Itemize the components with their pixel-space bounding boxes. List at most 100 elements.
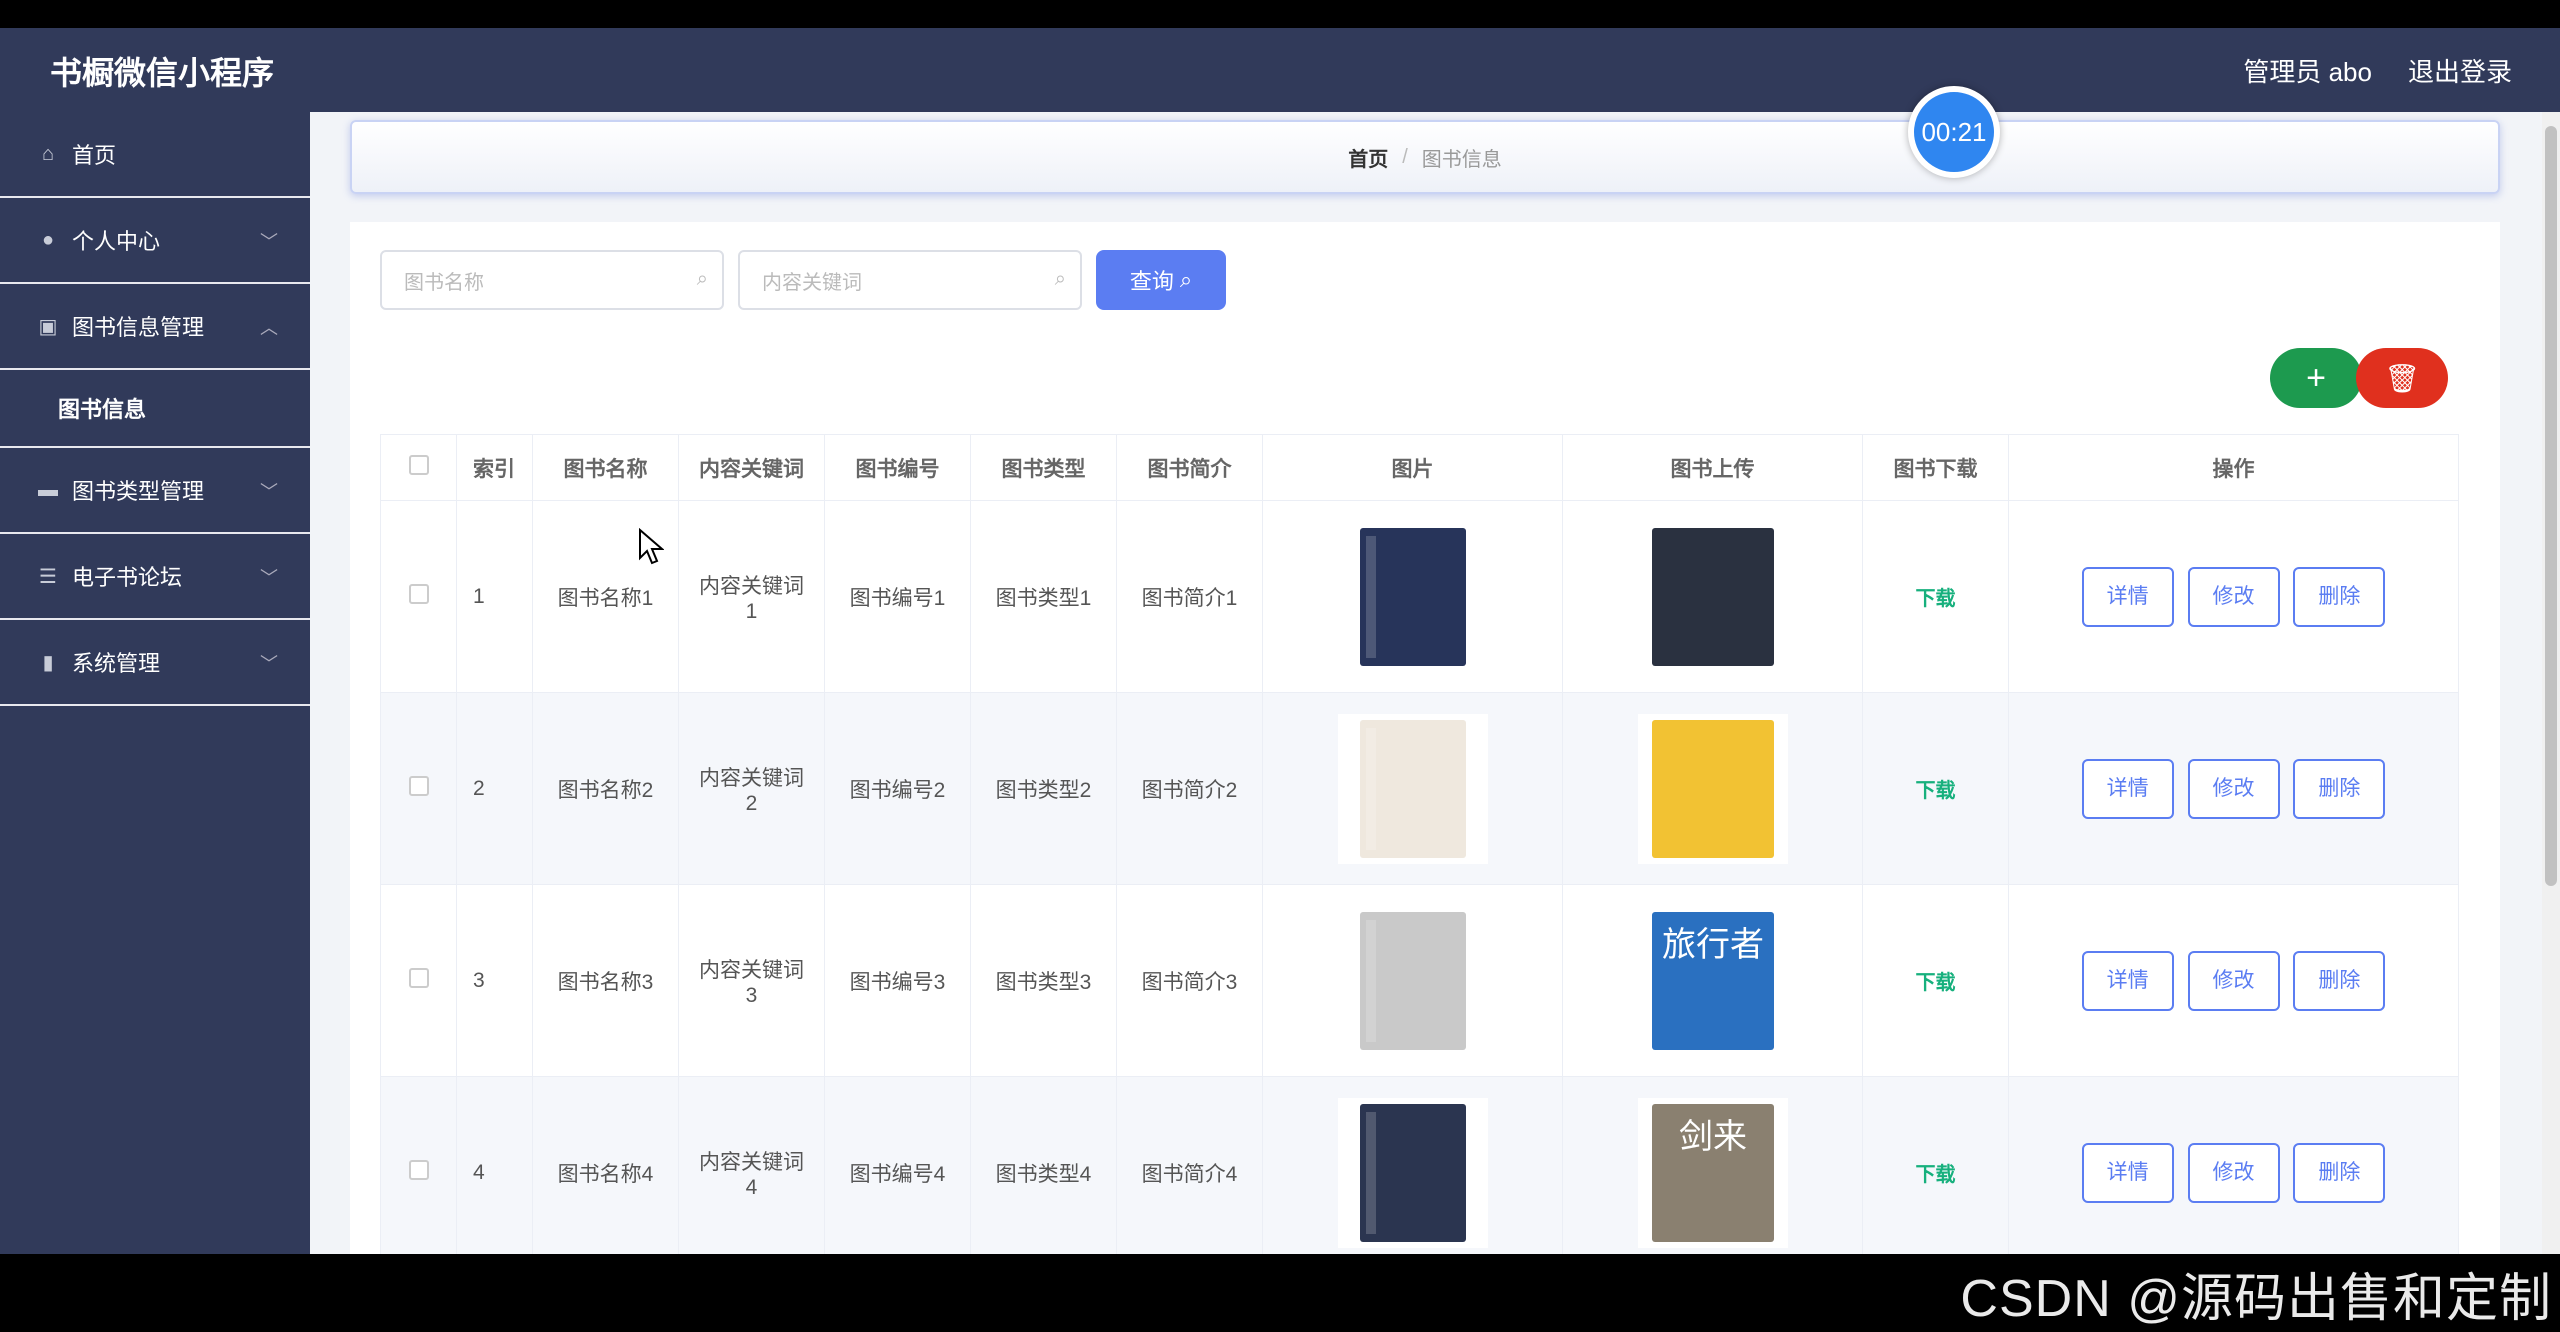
app-title: 书橱微信小程序: [50, 55, 275, 91]
keyword-search-input[interactable]: 内容关键词 ⌕: [738, 250, 1082, 310]
edit-button[interactable]: 修改: [2187, 1142, 2280, 1203]
cell-index: 1: [456, 500, 533, 693]
row-select-cell[interactable]: [380, 692, 457, 885]
row-checkbox[interactable]: [408, 1159, 429, 1180]
cell-image: [1262, 1076, 1563, 1254]
cell-book-intro: 图书简介3: [1116, 884, 1263, 1077]
sidebar-item-book-info-manage[interactable]: ▣ 图书信息管理 ︿: [0, 284, 310, 370]
row-checkbox[interactable]: [408, 967, 429, 988]
sidebar-item-system-manage[interactable]: ▮ 系统管理 ﹀: [0, 620, 310, 706]
sliders-icon: ☰: [39, 565, 57, 588]
cell-download[interactable]: 下载: [1862, 692, 2009, 885]
uploaded-book-image: 旅行者: [1637, 905, 1788, 1056]
select-all-cell[interactable]: [380, 434, 457, 501]
search-icon: ⌕: [1054, 268, 1066, 290]
home-icon: ⌂: [41, 142, 55, 165]
breadcrumb-current: 图书信息: [1421, 148, 1502, 171]
detail-button[interactable]: 详情: [2081, 758, 2174, 819]
chevron-down-icon: ﹀: [260, 654, 278, 674]
logout-link[interactable]: 退出登录: [2408, 52, 2512, 89]
delete-button[interactable]: 删除: [2293, 758, 2386, 819]
batch-delete-button[interactable]: 🗑: [2356, 348, 2448, 408]
sidebar-subitem-book-info[interactable]: 图书信息: [0, 370, 310, 448]
sidebar-item-ebook-forum[interactable]: ☰ 电子书论坛 ﹀: [0, 534, 310, 620]
col-index: 索引: [456, 434, 533, 501]
download-link[interactable]: 下载: [1916, 588, 1956, 610]
table-row: 3 图书名称3 内容关键词 3 图书编号3 图书类型3 图书简介3 旅行者 下载 …: [380, 884, 2459, 1077]
delete-button[interactable]: 删除: [2293, 1142, 2386, 1203]
detail-button[interactable]: 详情: [2081, 566, 2174, 627]
edit-button[interactable]: 修改: [2187, 950, 2280, 1011]
table-row: 4 图书名称4 内容关键词 4 图书编号4 图书类型4 图书简介4 剑来 下载 详…: [380, 1076, 2459, 1254]
book-cover-image: [1337, 713, 1488, 864]
sidebar-item-label: 首页: [72, 143, 117, 168]
cover-title-text: 旅行者: [1662, 925, 1764, 965]
cell-book-type: 图书类型3: [970, 884, 1117, 1077]
header-actions: 管理员 abo 退出登录: [2243, 52, 2512, 89]
cell-book-type: 图书类型4: [970, 1076, 1117, 1254]
keyword-line: 内容关键词: [699, 1150, 804, 1174]
cell-book-intro: 图书简介2: [1116, 692, 1263, 885]
placeholder: 内容关键词: [762, 271, 862, 294]
row-checkbox[interactable]: [408, 775, 429, 796]
add-button[interactable]: +: [2270, 348, 2362, 408]
select-all-checkbox[interactable]: [408, 454, 429, 475]
row-select-cell[interactable]: [380, 1076, 457, 1254]
placeholder: 图书名称: [404, 271, 484, 294]
mouse-cursor-icon: [639, 528, 664, 565]
col-download: 图书下载: [1862, 434, 2009, 501]
chat-icon: ▬: [38, 478, 58, 501]
sidebar-item-label: 图书类型管理: [72, 479, 205, 504]
row-select-cell[interactable]: [380, 884, 457, 1077]
query-button[interactable]: 查询 ⌕: [1096, 250, 1226, 310]
cell-download[interactable]: 下载: [1862, 884, 2009, 1077]
user-icon: ●: [41, 228, 55, 251]
delete-button[interactable]: 删除: [2293, 566, 2386, 627]
download-link[interactable]: 下载: [1916, 780, 1956, 802]
cell-download[interactable]: 下载: [1862, 500, 2009, 693]
download-link[interactable]: 下载: [1916, 1164, 1956, 1186]
edit-button[interactable]: 修改: [2187, 758, 2280, 819]
cell-keyword: 内容关键词 4: [678, 1076, 825, 1254]
cover-title-text: 剑来: [1679, 1117, 1747, 1157]
cell-actions: 详情 修改 删除: [2008, 500, 2459, 693]
cell-book-name: 图书名称4: [532, 1076, 679, 1254]
scrollbar-thumb[interactable]: [2545, 126, 2557, 886]
keyword-line: 4: [745, 1175, 758, 1199]
breadcrumb-home[interactable]: 首页: [1348, 143, 1388, 172]
row-select-cell[interactable]: [380, 500, 457, 693]
detail-button[interactable]: 详情: [2081, 1142, 2174, 1203]
sidebar-item-personal-center[interactable]: ● 个人中心 ﹀: [0, 198, 310, 284]
cell-book-no: 图书编号2: [824, 692, 971, 885]
sidebar-item-home[interactable]: ⌂ 首页: [0, 112, 310, 198]
uploaded-book-image: 剑来: [1637, 1097, 1788, 1248]
sidebar-item-label: 系统管理: [72, 651, 161, 676]
sidebar: ⌂ 首页 ● 个人中心 ﹀ ▣ 图书信息管理 ︿ 图书信息 ▬ 图书类型管理 ﹀…: [0, 112, 310, 1254]
uploaded-book-image: [1637, 713, 1788, 864]
cell-index: 4: [456, 1076, 533, 1254]
cell-index: 2: [456, 692, 533, 885]
delete-button[interactable]: 删除: [2293, 950, 2386, 1011]
cell-upload: 剑来: [1562, 1076, 1863, 1254]
cell-download[interactable]: 下载: [1862, 1076, 2009, 1254]
book-name-search-input[interactable]: 图书名称 ⌕: [380, 250, 724, 310]
book-cover-image: [1337, 521, 1488, 672]
table-row: 2 图书名称2 内容关键词 2 图书编号2 图书类型2 图书简介2 下载 详情 修…: [380, 692, 2459, 885]
download-link[interactable]: 下载: [1916, 972, 1956, 994]
col-actions: 操作: [2008, 434, 2459, 501]
keyword-line: 3: [745, 983, 758, 1007]
page-scrollbar[interactable]: [2542, 112, 2560, 1254]
detail-button[interactable]: 详情: [2081, 950, 2174, 1011]
cell-actions: 详情 修改 删除: [2008, 1076, 2459, 1254]
book-list-panel: 图书名称 ⌕ 内容关键词 ⌕ 查询 ⌕ + 🗑 索引 图书名称 内容关键词 图书…: [350, 222, 2500, 1254]
row-checkbox[interactable]: [408, 583, 429, 604]
tag-icon: ▮: [42, 651, 54, 674]
book-cover-image: [1337, 1097, 1488, 1248]
edit-button[interactable]: 修改: [2187, 566, 2280, 627]
cell-image: [1262, 884, 1563, 1077]
cell-image: [1262, 692, 1563, 885]
sidebar-item-book-type-manage[interactable]: ▬ 图书类型管理 ﹀: [0, 448, 310, 534]
keyword-line: 内容关键词: [699, 766, 804, 790]
cell-actions: 详情 修改 删除: [2008, 692, 2459, 885]
chevron-down-icon: ﹀: [260, 568, 278, 588]
